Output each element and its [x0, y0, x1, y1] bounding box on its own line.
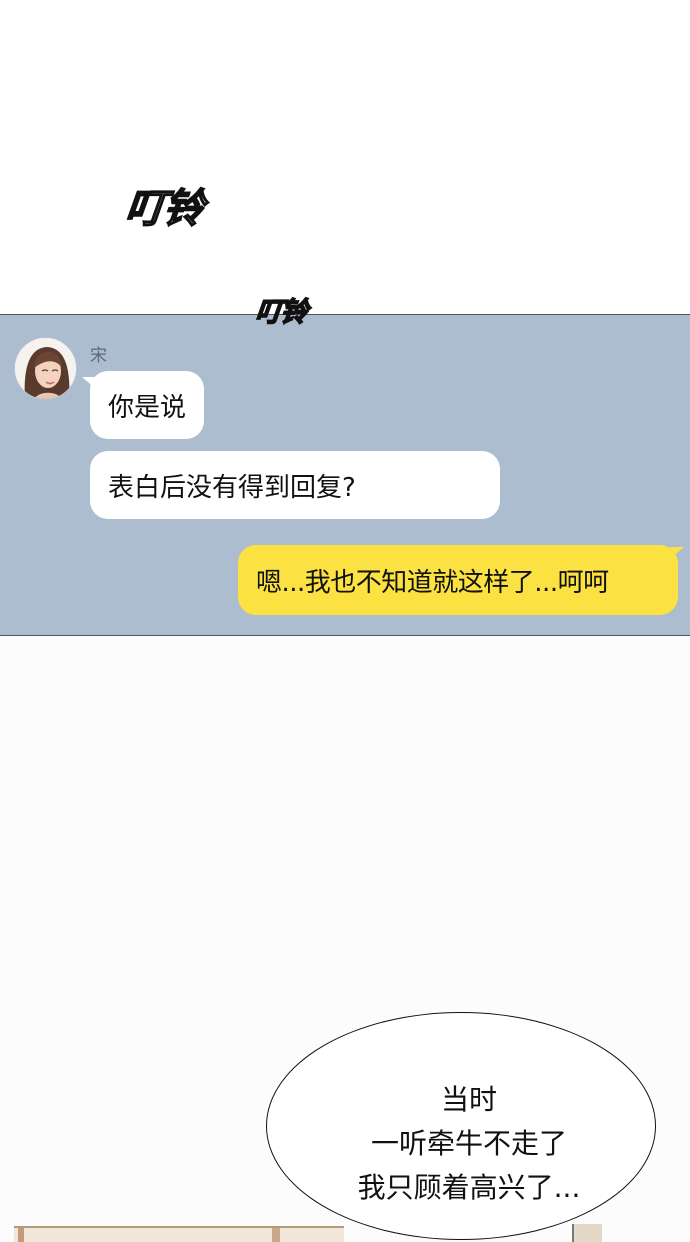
outgoing-message-bubble: 嗯...我也不知道就这样了...呵呵 — [238, 545, 684, 615]
incoming-message-bubble: 表白后没有得到回复? — [90, 451, 500, 519]
wooden-post — [272, 1228, 280, 1242]
ding-sound-effect: 叮铃 — [253, 296, 308, 329]
contact-name: 宋 — [90, 346, 107, 366]
narration-line: 当时 — [440, 1083, 497, 1116]
incoming-message-bubble: 你是说 — [81, 371, 205, 439]
chat-panel: 宋 你是说 表白后没有得到回复? 嗯...我也不知道就这样了...呵呵 — [0, 314, 690, 636]
narration-line: 一听牵牛不走了 — [370, 1127, 567, 1160]
woman-portrait-icon — [15, 338, 76, 399]
wooden-post — [18, 1228, 24, 1242]
narration-line: 我只顾着高兴了... — [357, 1171, 581, 1204]
room-interior-illustration — [14, 1226, 344, 1242]
ding-sound-effect: 叮铃 — [122, 185, 204, 233]
contact-avatar — [14, 337, 77, 400]
figure-illustration — [572, 1224, 602, 1242]
